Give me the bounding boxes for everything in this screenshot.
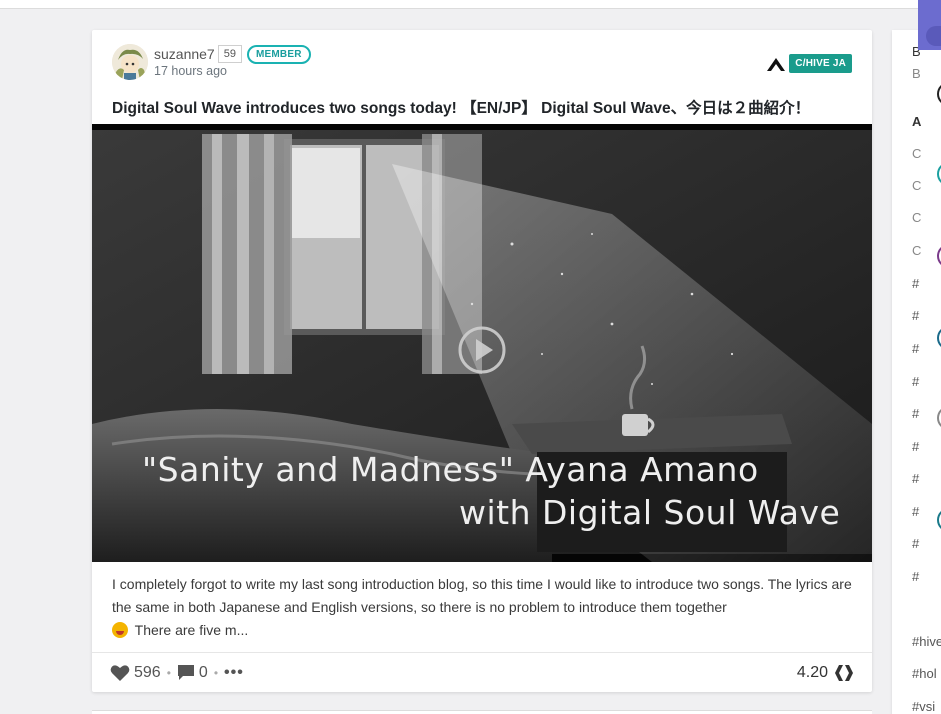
sidebar-letter: B — [912, 66, 921, 81]
separator-dot: • — [166, 665, 171, 680]
sidebar-avatar[interactable] — [937, 82, 941, 106]
sidebar-avatar[interactable] — [937, 162, 941, 186]
video-caption-subtitle: with Digital Soul Wave — [459, 493, 841, 532]
author-username[interactable]: suzanne7 — [154, 46, 215, 62]
right-sidebar: B B A C C C C # # # # # # # # # # #hive … — [892, 30, 941, 714]
author-row: suzanne7 59 MEMBER 17 hours ago — [112, 44, 311, 80]
post-footer: 596 • 0 • ••• 4.20 — [92, 652, 872, 692]
comment-count: 0 — [198, 663, 208, 681]
sidebar-letter[interactable]: C — [912, 146, 921, 161]
payout-value: 4.20 — [796, 663, 828, 681]
sidebar-letter[interactable]: C — [912, 178, 921, 193]
sidebar-hashtag[interactable]: # — [912, 569, 919, 584]
sidebar-avatar[interactable] — [937, 508, 941, 532]
sidebar-hashtag[interactable]: #hive — [912, 634, 941, 649]
post-timestamp[interactable]: 17 hours ago — [154, 64, 311, 78]
more-options-button[interactable]: ••• — [224, 664, 244, 682]
sidebar-letter: A — [912, 114, 922, 129]
member-role-badge: MEMBER — [246, 44, 311, 64]
community-link[interactable]: C/HIVE JA — [765, 54, 852, 73]
excerpt-text: I completely forgot to write my last son… — [112, 576, 852, 615]
smiling-face-emoji-icon — [112, 622, 128, 638]
sidebar-hashtag[interactable]: # — [912, 504, 919, 519]
sidebar-hashtag[interactable]: # — [912, 276, 919, 291]
vote-count: 596 — [134, 663, 161, 681]
comment-icon — [177, 665, 194, 680]
sidebar-hashtag[interactable]: #hol — [912, 666, 937, 681]
sidebar-hashtag[interactable]: # — [912, 536, 919, 551]
sidebar-hashtag[interactable]: # — [912, 406, 919, 421]
sidebar-hashtag[interactable]: # — [912, 471, 919, 486]
sidebar-letter[interactable]: C — [912, 210, 921, 225]
sidebar-avatar[interactable] — [937, 244, 941, 268]
sidebar-hashtag[interactable]: #vsi — [912, 699, 935, 714]
top-navigation-bar — [0, 0, 918, 9]
hive-logo-icon — [835, 664, 853, 681]
sidebar-letter[interactable]: C — [912, 243, 921, 258]
author-avatar[interactable] — [112, 44, 148, 80]
sidebar-hashtag[interactable]: # — [912, 341, 919, 356]
sidebar-hashtag[interactable]: # — [912, 308, 919, 323]
next-post-card[interactable] — [92, 710, 872, 714]
sidebar-hashtag[interactable]: # — [912, 374, 919, 389]
vote-button[interactable]: 596 — [110, 664, 161, 682]
sidebar-hashtag[interactable]: # — [912, 439, 919, 454]
payout-display[interactable]: 4.20 — [797, 664, 854, 682]
sidebar-top-button-icon — [926, 26, 941, 46]
comments-button[interactable]: 0 — [177, 664, 208, 682]
separator-dot: • — [213, 665, 219, 680]
play-icon[interactable] — [457, 325, 507, 375]
heart-icon — [110, 664, 130, 681]
community-tag[interactable]: C/HIVE JA — [789, 54, 852, 73]
post-excerpt[interactable]: I completely forgot to write my last son… — [112, 573, 852, 642]
post-title[interactable]: Digital Soul Wave introduces two songs t… — [112, 96, 862, 118]
video-caption-title: "Sanity and Madness" Ayana Amano — [142, 450, 759, 489]
post-card[interactable]: suzanne7 59 MEMBER 17 hours ago C/HIVE J… — [92, 30, 872, 692]
video-thumbnail[interactable]: "Sanity and Madness" Ayana Amano with Di… — [92, 124, 872, 562]
sidebar-avatar[interactable] — [937, 326, 941, 350]
excerpt-tail-text: There are five m... — [134, 622, 249, 638]
sidebar-avatar[interactable] — [937, 406, 941, 430]
reputation-badge: 59 — [217, 45, 242, 63]
community-chevron-icon — [767, 57, 786, 71]
